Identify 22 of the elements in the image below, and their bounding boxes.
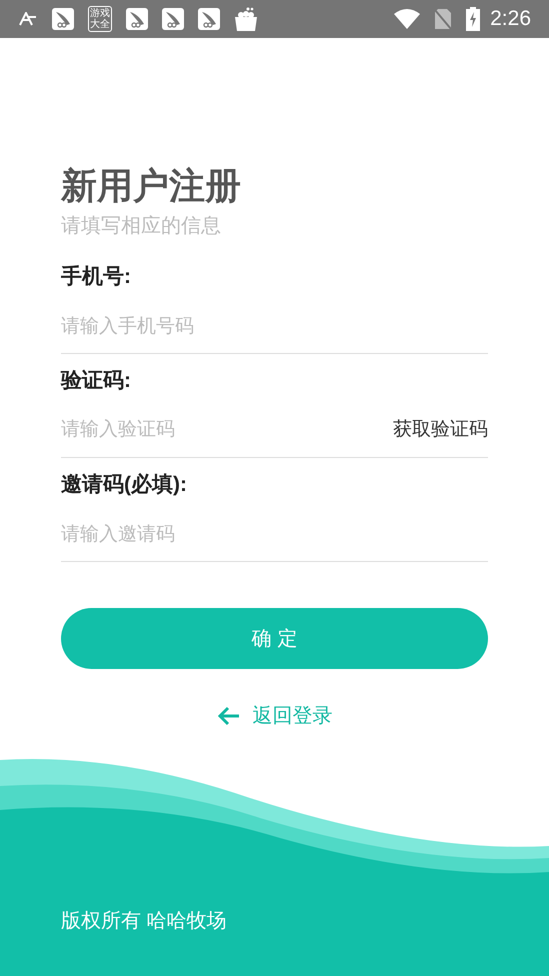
app-icon: [162, 8, 184, 30]
no-sim-icon: [434, 8, 452, 30]
input-field[interactable]: 请输入手机号码: [61, 300, 488, 354]
input-field[interactable]: 请输入验证码 获取验证码: [61, 404, 488, 458]
field-label: 邀请码(必填):: [61, 472, 188, 498]
copyright-text: 版权所有 哈哈牧场: [61, 909, 227, 934]
app-icon: [198, 8, 220, 30]
field-label: 验证码:: [61, 368, 132, 394]
app-icon: [52, 8, 74, 30]
app-icon: [126, 8, 148, 30]
get-code-button[interactable]: 获取验证码: [393, 416, 488, 445]
font-icon: [18, 12, 38, 26]
wifi-icon: [394, 9, 420, 29]
page-title: 新用户注册: [61, 164, 242, 208]
battery-icon: [466, 7, 480, 31]
clock-time: 2:26: [490, 6, 531, 32]
app-badge: 游戏大全: [88, 6, 112, 32]
arrow-left-icon: [216, 706, 240, 726]
input-field[interactable]: 请输入邀请码: [61, 508, 488, 562]
basket-icon: [234, 6, 258, 32]
page-subtitle: 请填写相应的信息: [61, 214, 222, 239]
field-label: 手机号:: [61, 264, 132, 290]
